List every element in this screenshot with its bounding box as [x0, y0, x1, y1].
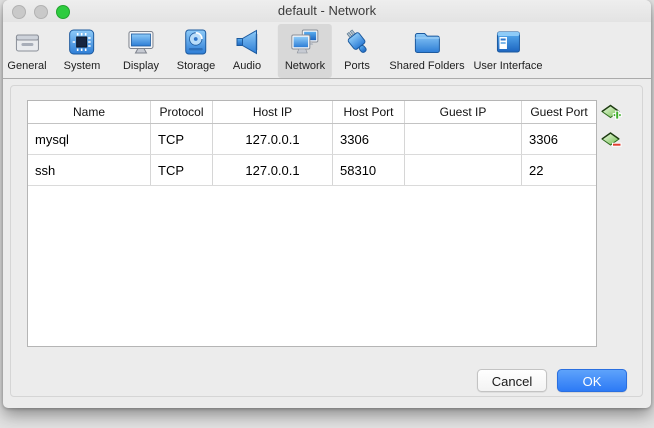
display-icon — [125, 26, 157, 58]
toolbar-item-general[interactable]: General — [0, 24, 53, 78]
storage-icon — [180, 26, 212, 58]
cancel-button[interactable]: Cancel — [477, 369, 547, 392]
audio-icon — [231, 26, 263, 58]
toolbar-item-network[interactable]: Network — [278, 24, 332, 78]
column-header-host-port[interactable]: Host Port — [333, 101, 405, 123]
general-icon — [11, 26, 43, 58]
ok-button[interactable]: OK — [557, 369, 627, 392]
window-title: default - Network — [3, 0, 651, 22]
cell-guest-port[interactable]: 3306 — [522, 124, 596, 154]
toolbar-item-audio[interactable]: Audio — [224, 24, 270, 78]
toolbar-item-label: Network — [285, 60, 325, 72]
remove-rule-button[interactable] — [600, 130, 622, 150]
table-row[interactable]: mysql TCP 127.0.0.1 3306 3306 — [28, 124, 596, 155]
toolbar-item-label: Shared Folders — [389, 60, 464, 72]
column-header-host-ip[interactable]: Host IP — [213, 101, 333, 123]
settings-dialog: default - Network General — [3, 0, 651, 408]
cell-host-ip[interactable]: 127.0.0.1 — [213, 155, 333, 185]
add-rule-icon — [600, 109, 622, 126]
toolbar-item-label: Display — [123, 60, 159, 72]
port-forwarding-table: Name Protocol Host IP Host Port Guest IP… — [27, 100, 597, 347]
toolbar-item-label: User Interface — [473, 60, 542, 72]
table-header-row: Name Protocol Host IP Host Port Guest IP… — [28, 101, 596, 124]
cell-host-port[interactable]: 3306 — [333, 124, 405, 154]
toolbar-item-shared-folders[interactable]: Shared Folders — [382, 24, 471, 78]
toolbar-item-system[interactable]: System — [57, 24, 108, 78]
add-rule-button[interactable] — [600, 102, 622, 122]
table-row[interactable]: ssh TCP 127.0.0.1 58310 22 — [28, 155, 596, 186]
titlebar[interactable]: default - Network — [3, 0, 651, 22]
cell-guest-ip[interactable] — [405, 124, 522, 154]
toolbar-item-storage[interactable]: Storage — [170, 24, 223, 78]
toolbar-item-label: System — [64, 60, 101, 72]
column-header-protocol[interactable]: Protocol — [151, 101, 213, 123]
cell-guest-ip[interactable] — [405, 155, 522, 185]
cell-protocol[interactable]: TCP — [151, 124, 213, 154]
toolbar-item-label: Storage — [177, 60, 216, 72]
toolbar-item-label: Audio — [233, 60, 261, 72]
cell-protocol[interactable]: TCP — [151, 155, 213, 185]
toolbar-item-label: General — [7, 60, 46, 72]
network-icon — [289, 26, 321, 58]
ports-icon — [341, 26, 373, 58]
toolbar-separator — [3, 78, 651, 79]
toolbar-item-display[interactable]: Display — [116, 24, 166, 78]
user-interface-icon — [492, 26, 524, 58]
cell-guest-port[interactable]: 22 — [522, 155, 596, 185]
toolbar-item-label: Ports — [344, 60, 370, 72]
column-header-guest-port[interactable]: Guest Port — [522, 101, 596, 123]
cell-host-ip[interactable]: 127.0.0.1 — [213, 124, 333, 154]
system-icon — [66, 26, 98, 58]
shared-folders-icon — [411, 26, 443, 58]
cell-host-port[interactable]: 58310 — [333, 155, 405, 185]
toolbar-item-ports[interactable]: Ports — [334, 24, 380, 78]
cell-name[interactable]: mysql — [28, 124, 151, 154]
screen: default - Network General — [0, 0, 654, 428]
column-header-name[interactable]: Name — [28, 101, 151, 123]
remove-rule-icon — [600, 137, 622, 154]
column-header-guest-ip[interactable]: Guest IP — [405, 101, 522, 123]
cell-name[interactable]: ssh — [28, 155, 151, 185]
toolbar-item-user-interface[interactable]: User Interface — [466, 24, 549, 78]
settings-toolbar: General System — [3, 22, 651, 78]
